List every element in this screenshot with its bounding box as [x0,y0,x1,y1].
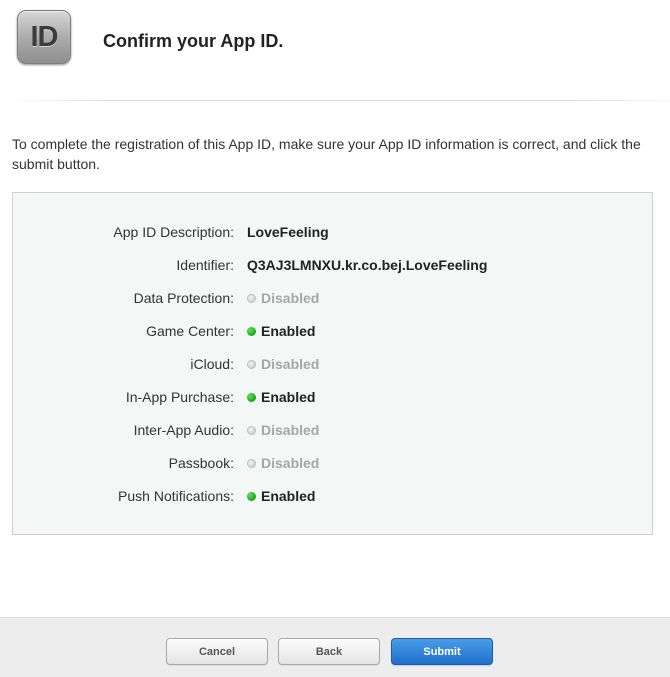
status-text: Disabled [261,455,320,471]
summary-row-push-notifications: Push Notifications: Enabled [13,488,654,508]
status-value: Enabled [247,389,315,405]
submit-button[interactable]: Submit [391,638,493,665]
page-title: Confirm your App ID. [103,31,284,51]
summary-row-icloud: iCloud: Disabled [13,356,654,376]
status-value: Enabled [247,488,315,504]
action-bar: Cancel Back Submit [0,617,670,677]
summary-label: In-App Purchase: [125,389,234,405]
summary-label: Passbook: [168,455,234,471]
instructions-text: To complete the registration of this App… [12,136,641,172]
summary-row-identifier: Identifier: Q3AJ3LMNXU.kr.co.bej.LoveFee… [13,257,654,277]
summary-row-inter-app-audio: Inter-App Audio: Disabled [13,422,654,442]
status-disabled-icon [247,293,256,303]
status-text: Disabled [261,290,320,306]
page-header: ID Confirm your App ID. [0,0,670,102]
summary-value: Q3AJ3LMNXU.kr.co.bej.LoveFeeling [247,257,488,273]
status-text: Disabled [261,422,320,438]
header-divider [10,100,670,101]
summary-label: App ID Description: [113,224,234,240]
app-id-summary-panel: App ID Description: LoveFeeling Identifi… [12,192,653,535]
status-value: Disabled [247,455,319,471]
app-id-icon: ID [17,10,71,64]
status-disabled-icon [247,425,256,435]
status-disabled-icon [247,458,256,468]
summary-label: Data Protection: [133,290,234,306]
summary-value: LoveFeeling [247,224,329,240]
status-value: Disabled [247,422,319,438]
summary-row-data-protection: Data Protection: Disabled [13,290,654,310]
status-enabled-icon [247,392,256,402]
status-value: Disabled [247,290,319,306]
status-text: Disabled [261,356,320,372]
cancel-button[interactable]: Cancel [166,638,268,665]
summary-row-game-center: Game Center: Enabled [13,323,654,343]
summary-label: Push Notifications: [118,488,234,504]
status-value: Enabled [247,323,315,339]
summary-label: Game Center: [146,323,234,339]
summary-row-passbook: Passbook: Disabled [13,455,654,475]
summary-row-in-app-purchase: In-App Purchase: Enabled [13,389,654,409]
back-button[interactable]: Back [278,638,380,665]
summary-label: Identifier: [176,257,234,273]
status-text: Enabled [261,488,316,504]
status-disabled-icon [247,359,256,369]
status-enabled-icon [247,326,256,336]
status-text: Enabled [261,389,316,405]
summary-row-description: App ID Description: LoveFeeling [13,224,654,244]
summary-label: iCloud: [190,356,234,372]
status-value: Disabled [247,356,319,372]
summary-label: Inter-App Audio: [133,422,234,438]
status-text: Enabled [261,323,316,339]
status-enabled-icon [247,491,256,501]
